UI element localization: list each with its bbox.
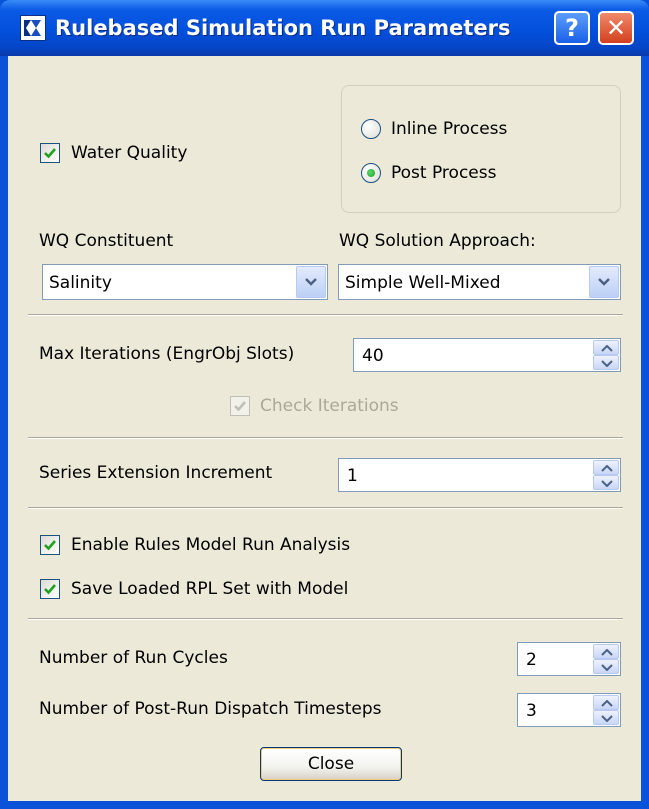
spinner-up-icon[interactable] [593,644,619,659]
separator [28,507,623,509]
dialog-window: Rulebased Simulation Run Parameters ? ✕ … [0,0,649,809]
save-rpl-checkbox[interactable] [40,579,60,599]
water-quality-checkbox[interactable] [40,143,60,163]
checkmark-icon [44,584,56,595]
dispatch-timesteps-spinner[interactable]: 3 [517,693,621,727]
post-process-radio[interactable] [361,163,381,183]
separator [28,618,623,620]
spinner-buttons [593,695,619,725]
spinner-up-icon[interactable] [593,340,619,355]
run-cycles-value[interactable]: 2 [526,649,537,671]
spinner-down-icon[interactable] [593,475,619,490]
checkmark-icon [44,148,56,159]
enable-analysis-label[interactable]: Enable Rules Model Run Analysis [71,534,350,556]
separator [28,437,623,439]
wq-constituent-label: WQ Constituent [39,231,174,251]
help-icon[interactable]: ? [554,11,590,45]
wq-constituent-value: Salinity [49,273,112,293]
inline-process-label[interactable]: Inline Process [391,118,507,140]
separator [28,314,623,316]
window-title: Rulebased Simulation Run Parameters [55,16,511,40]
inline-process-radio[interactable] [361,119,381,139]
radio-dot-icon [367,169,375,177]
spinner-buttons [593,644,619,674]
dispatch-timesteps-label: Number of Post-Run Dispatch Timesteps [39,699,382,719]
series-extension-spinner[interactable]: 1 [338,458,621,492]
max-iterations-value[interactable]: 40 [362,345,384,367]
close-icon[interactable]: ✕ [598,11,634,45]
enable-analysis-checkbox[interactable] [40,535,60,555]
water-quality-label[interactable]: Water Quality [71,142,187,164]
wq-solution-dropdown[interactable]: Simple Well-Mixed [338,264,621,300]
spinner-buttons [593,460,619,490]
checkmark-icon [44,540,56,551]
post-process-label[interactable]: Post Process [391,162,496,184]
spinner-up-icon[interactable] [593,460,619,475]
check-iterations-label[interactable]: Check Iterations [260,395,399,417]
check-iterations-checkbox[interactable] [230,396,250,416]
app-icon[interactable] [20,15,46,41]
spinner-up-icon[interactable] [593,695,619,710]
series-extension-label: Series Extension Increment [39,463,273,483]
process-group [341,85,621,213]
spinner-down-icon[interactable] [593,659,619,674]
close-button[interactable]: Close [260,747,402,781]
wq-solution-label: WQ Solution Approach: [339,231,536,251]
spinner-down-icon[interactable] [593,710,619,725]
max-iterations-label: Max Iterations (EngrObj Slots) [39,344,295,364]
dispatch-timesteps-value[interactable]: 3 [526,700,537,722]
dropdown-arrow-icon[interactable] [296,266,326,298]
run-cycles-label: Number of Run Cycles [39,648,228,668]
wq-constituent-dropdown[interactable]: Salinity [42,264,328,300]
save-rpl-label[interactable]: Save Loaded RPL Set with Model [71,578,348,600]
series-extension-value[interactable]: 1 [347,465,358,487]
spinner-down-icon[interactable] [593,355,619,370]
title-bar[interactable]: Rulebased Simulation Run Parameters ? ✕ [0,0,649,56]
checkmark-icon [234,401,246,412]
wq-solution-value: Simple Well-Mixed [345,273,501,293]
dropdown-arrow-icon[interactable] [589,266,619,298]
max-iterations-spinner[interactable]: 40 [353,338,621,372]
run-cycles-spinner[interactable]: 2 [517,642,621,676]
spinner-buttons [593,340,619,370]
dialog-body: Water Quality Inline Process Post Proces… [8,56,641,801]
